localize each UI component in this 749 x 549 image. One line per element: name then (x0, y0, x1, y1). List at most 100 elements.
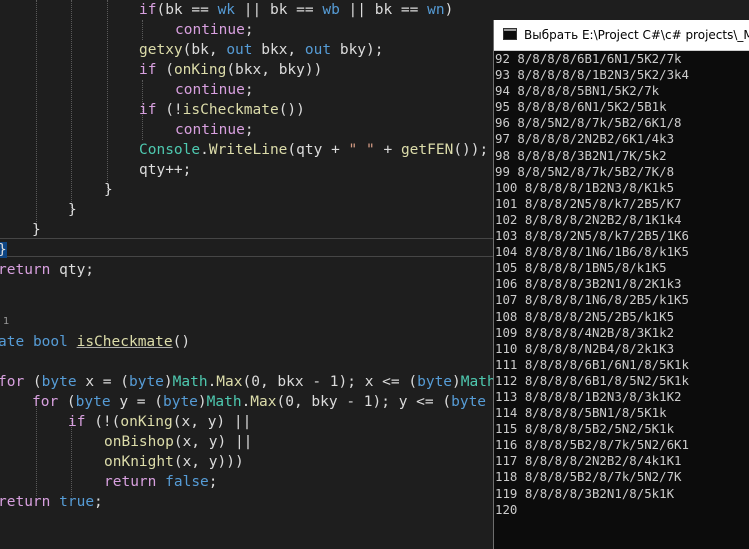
code-token: ()); (453, 142, 489, 158)
code-token: . (200, 142, 209, 158)
code-token: wk (217, 2, 236, 18)
code-token: out (226, 42, 253, 58)
code-token: onBishop (104, 434, 174, 450)
code-line: } (104, 180, 113, 200)
code-token: ) (163, 374, 173, 390)
code-token: (x, y) || (172, 414, 252, 430)
code-line: continue; (175, 80, 254, 100)
code-token: . (241, 394, 251, 410)
code-token: ) (444, 2, 454, 18)
code-token: || bk == (339, 2, 428, 18)
code-token: if (139, 62, 157, 78)
console-title-bar[interactable]: Выбрать E:\Project C#\c# projects\_MatKo (494, 20, 749, 51)
code-token: qty; (50, 262, 95, 278)
code-line: qty++; (139, 160, 191, 180)
code-token: (0, bky - 1); y <= ( (276, 394, 452, 410)
code-token: byte (128, 374, 164, 390)
console-app-icon (503, 28, 517, 40)
code-token: ( (156, 62, 174, 78)
code-token: return (104, 474, 157, 490)
code-line: onBishop(x, y) || (104, 432, 252, 452)
code-token: byte (162, 394, 198, 410)
code-token: Math (206, 394, 242, 410)
console-line: 105 8/8/8/8/1BN5/8/k1K5 (495, 260, 667, 276)
code-token: for (0, 374, 25, 390)
code-token: } (0, 242, 7, 258)
code-line: if (!(onKing(x, y) || (68, 412, 251, 432)
code-token: (qty + (287, 142, 349, 158)
code-token: ) (452, 374, 461, 390)
code-token: WriteLine (208, 142, 288, 158)
code-token: wb (322, 2, 340, 18)
console-line: 102 8/8/8/8/2N2B2/8/1K1k4 (495, 211, 682, 227)
code-line: if (!isCheckmate()) (139, 100, 305, 120)
code-token: ; (244, 82, 254, 98)
code-token: (bkx, bky)) (226, 62, 323, 78)
console-output: 92 8/8/8/8/6B1/6N1/5K2/7k 93 8/8/8/8/8/1B… (495, 51, 749, 518)
code-line: if (onKing(bkx, bky)) (139, 60, 322, 80)
console-line: 114 8/8/8/8/5BN1/8/5K1k (495, 405, 667, 421)
code-token: (bk, (182, 42, 227, 58)
code-line: getxy(bk, out bkx, out bky); (139, 40, 384, 60)
console-line: 95 8/8/8/8/6N1/5K2/5B1k (495, 99, 667, 115)
console-line: 115 8/8/8/8/5B2/5N2/5K1k (495, 421, 675, 437)
code-line: for (byte y = (byte)Math.Max(0, bky - 1)… (32, 392, 486, 412)
console-line: 94 8/8/8/8/5BN1/5K2/7k (495, 83, 660, 99)
console-line: 117 8/8/8/8/2N2B2/8/4k1K1 (495, 453, 682, 469)
code-token: byte (75, 394, 111, 410)
code-token: || bk == (235, 2, 323, 18)
code-token: ; (208, 474, 218, 490)
code-line: } (32, 220, 41, 240)
console-line: 109 8/8/8/8/4N2B/8/3K1k2 (495, 324, 675, 340)
console-line: 110 8/8/8/8/N2B4/8/2k1K3 (495, 340, 675, 356)
code-token: + (374, 142, 401, 158)
code-token: ; (94, 494, 103, 510)
code-token: onKnight (104, 454, 174, 470)
code-token: ate (0, 334, 25, 350)
code-token: Math (172, 374, 208, 390)
console-line: 111 8/8/8/8/6B1/6N1/8/5K1k (495, 356, 689, 372)
console-line: 93 8/8/8/8/8/1B2N3/5K2/3k4 (495, 67, 689, 83)
code-line: ate bool isCheckmate() (0, 332, 190, 352)
code-token: x = ( (76, 374, 129, 390)
console-line: 98 8/8/8/8/3B2N1/7K/5k2 (495, 147, 667, 163)
code-token: (!( (85, 414, 121, 430)
code-token: getxy (139, 42, 183, 58)
console-line: 96 8/8/5N2/8/7k/5B2/6K1/8 (495, 115, 682, 131)
code-line: return qty; (0, 260, 94, 280)
code-line: continue; (175, 20, 254, 40)
code-token: if (139, 2, 157, 18)
code-token: " " (348, 142, 375, 158)
code-token: ( (58, 394, 76, 410)
code-token: Max (250, 394, 277, 410)
console-line: 113 8/8/8/8/1B2N3/8/3k1K2 (495, 388, 682, 404)
console-line: 119 8/8/8/8/3B2N1/8/5k1K (495, 485, 675, 501)
console-window[interactable]: Выбрать E:\Project C#\c# projects\_MatKo… (493, 20, 749, 549)
code-line: if(bk == wk || bk == wb || bk == wn) (139, 0, 453, 20)
code-line: } (0, 240, 7, 260)
code-line: Console.WriteLine(qty + " " + getFEN()); (139, 140, 488, 160)
console-line: 107 8/8/8/8/1N6/8/2B5/k1K5 (495, 292, 689, 308)
console-line: 116 8/8/8/5B2/8/7k/5N2/6K1 (495, 437, 689, 453)
code-token: ; (244, 122, 254, 138)
code-token: true (59, 494, 95, 510)
console-line: 108 8/8/8/8/2N5/2B5/k1K5 (495, 308, 675, 324)
code-token: wn (427, 2, 445, 18)
code-token: bkx, (252, 42, 305, 58)
codelens-reference-count[interactable]: 1 (3, 316, 9, 327)
code-token: byte (41, 374, 77, 390)
code-token: ; (244, 22, 254, 38)
console-line: 100 8/8/8/8/1B2N3/8/K1k5 (495, 179, 675, 195)
console-title: Выбрать E:\Project C#\c# projects\_MatKo (524, 28, 749, 42)
console-line: 99 8/8/5N2/8/7k/5B2/7K/8 (495, 163, 675, 179)
code-token: (x, y) || (173, 434, 253, 450)
code-token: getFEN (400, 142, 454, 158)
code-token: if (68, 414, 86, 430)
console-line: 101 8/8/8/2N5/8/k7/2B5/K7 (495, 195, 682, 211)
code-token: } (104, 182, 113, 198)
console-line: 106 8/8/8/8/3B2N1/8/2K1k3 (495, 276, 682, 292)
